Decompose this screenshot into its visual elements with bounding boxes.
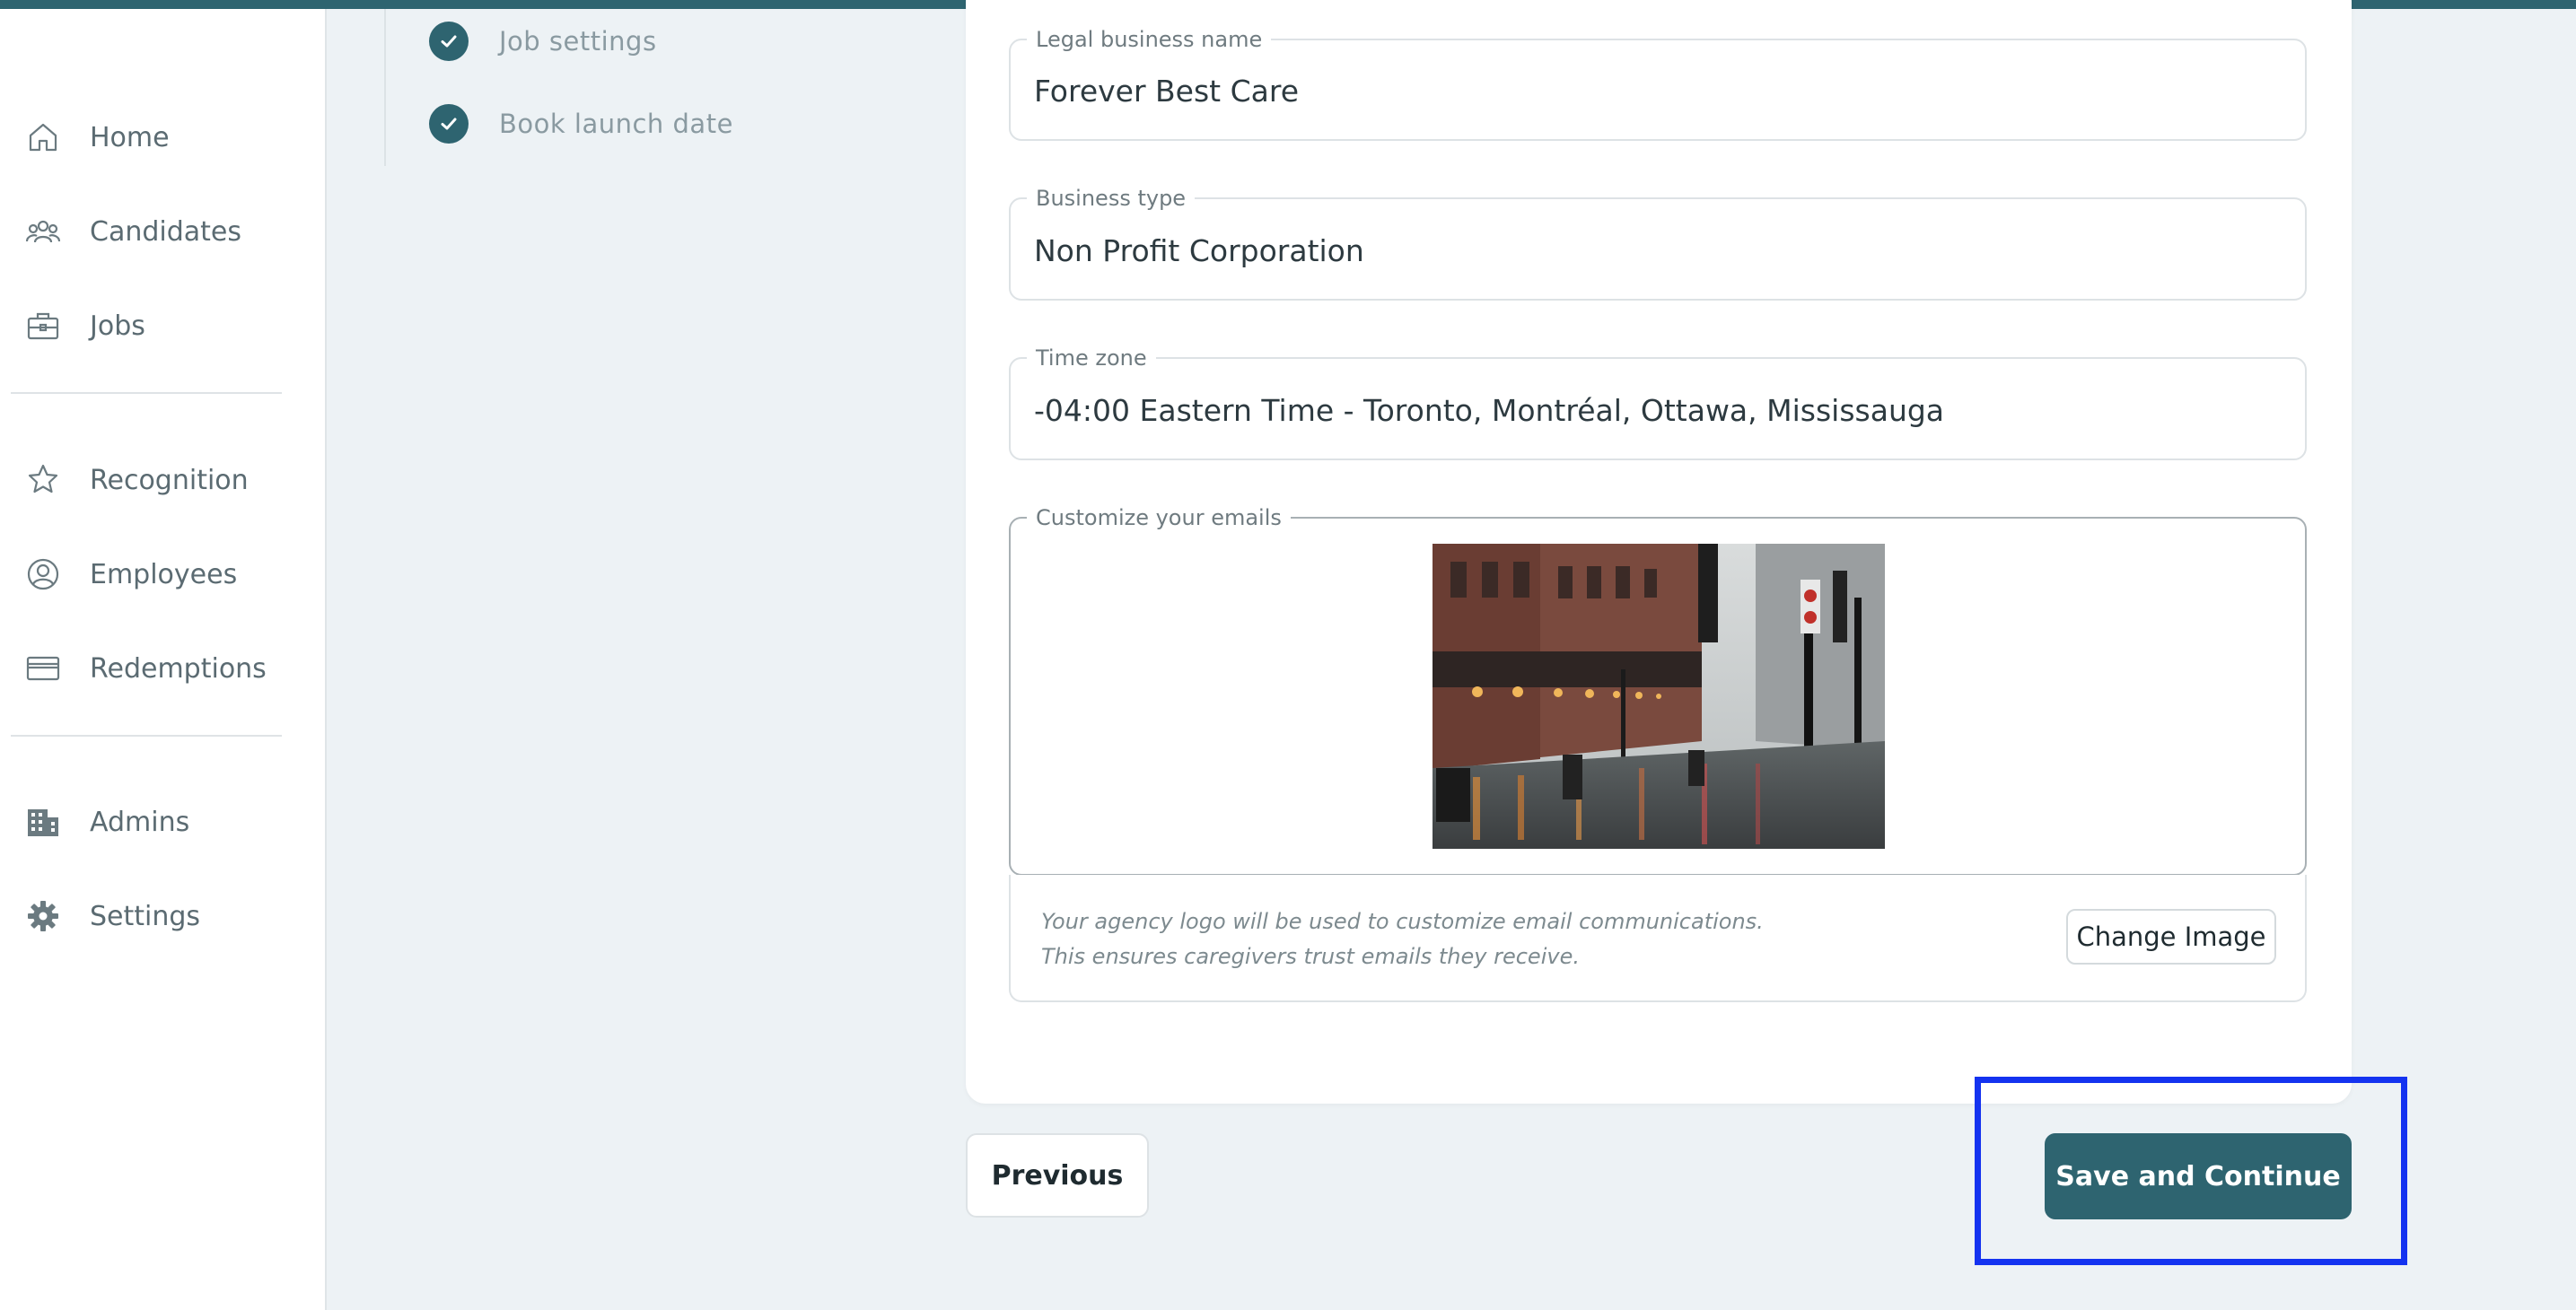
sidebar-item-redemptions[interactable]: Redemptions: [23, 642, 267, 695]
field-value: -04:00 Eastern Time - Toronto, Montréal,…: [1034, 393, 1945, 428]
sidebar-divider: [11, 392, 282, 394]
logo-note-panel: Your agency logo will be used to customi…: [1009, 875, 2307, 1002]
sidebar-item-label: Jobs: [90, 310, 145, 342]
people-icon: [23, 212, 63, 251]
user-circle-icon: [23, 555, 63, 594]
change-image-button[interactable]: Change Image: [2066, 909, 2276, 965]
steps-connector-line: [384, 9, 386, 166]
sidebar-item-admins[interactable]: Admins: [23, 795, 189, 849]
step-job-settings[interactable]: Job settings: [429, 22, 657, 61]
gear-icon: [23, 896, 63, 936]
field-value: Non Profit Corporation: [1034, 233, 1364, 268]
logo-note-text: This ensures caregivers trust emails the…: [1041, 944, 1580, 969]
agency-logo-image: [1433, 544, 1885, 849]
sidebar-item-candidates[interactable]: Candidates: [23, 205, 241, 258]
step-label: Book launch date: [499, 109, 733, 139]
sidebar-item-label: Settings: [90, 900, 201, 932]
previous-button[interactable]: Previous: [966, 1133, 1149, 1218]
sidebar-item-recognition[interactable]: Recognition: [23, 453, 249, 507]
field-label: Customize your emails: [1027, 505, 1291, 530]
sidebar-item-settings[interactable]: Settings: [23, 889, 200, 943]
check-icon: [429, 22, 469, 61]
field-label: Business type: [1027, 186, 1196, 211]
sidebar-divider: [11, 735, 282, 737]
sidebar-item-employees[interactable]: Employees: [23, 547, 237, 601]
sidebar-item-label: Home: [90, 121, 170, 153]
sidebar-item-label: Admins: [90, 806, 190, 838]
sidebar-item-label: Recognition: [90, 464, 249, 496]
building-icon: [23, 802, 63, 842]
field-value: Forever Best Care: [1034, 74, 1300, 109]
home-icon: [23, 118, 63, 157]
sidebar-item-label: Redemptions: [90, 652, 267, 685]
legal-business-name-field[interactable]: Legal business name Forever Best Care: [1009, 27, 2307, 141]
field-label: Time zone: [1027, 345, 1156, 371]
check-icon: [429, 104, 469, 144]
sidebar: Home Candidates Jobs Recognition Employe…: [0, 9, 327, 1310]
star-badge-icon: [23, 460, 63, 500]
briefcase-icon: [23, 306, 63, 345]
sidebar-item-label: Employees: [90, 558, 238, 590]
logo-note-text: Your agency logo will be used to customi…: [1041, 909, 1764, 934]
business-type-field[interactable]: Business type Non Profit Corporation: [1009, 186, 2307, 301]
time-zone-field[interactable]: Time zone -04:00 Eastern Time - Toronto,…: [1009, 345, 2307, 460]
save-and-continue-button[interactable]: Save and Continue: [2045, 1133, 2352, 1219]
sidebar-item-jobs[interactable]: Jobs: [23, 299, 145, 353]
step-book-launch-date[interactable]: Book launch date: [429, 104, 733, 144]
sidebar-item-home[interactable]: Home: [23, 110, 170, 164]
sidebar-item-label: Candidates: [90, 215, 241, 248]
field-label: Legal business name: [1027, 27, 1272, 52]
credit-card-icon: [23, 649, 63, 688]
step-label: Job settings: [499, 26, 657, 57]
